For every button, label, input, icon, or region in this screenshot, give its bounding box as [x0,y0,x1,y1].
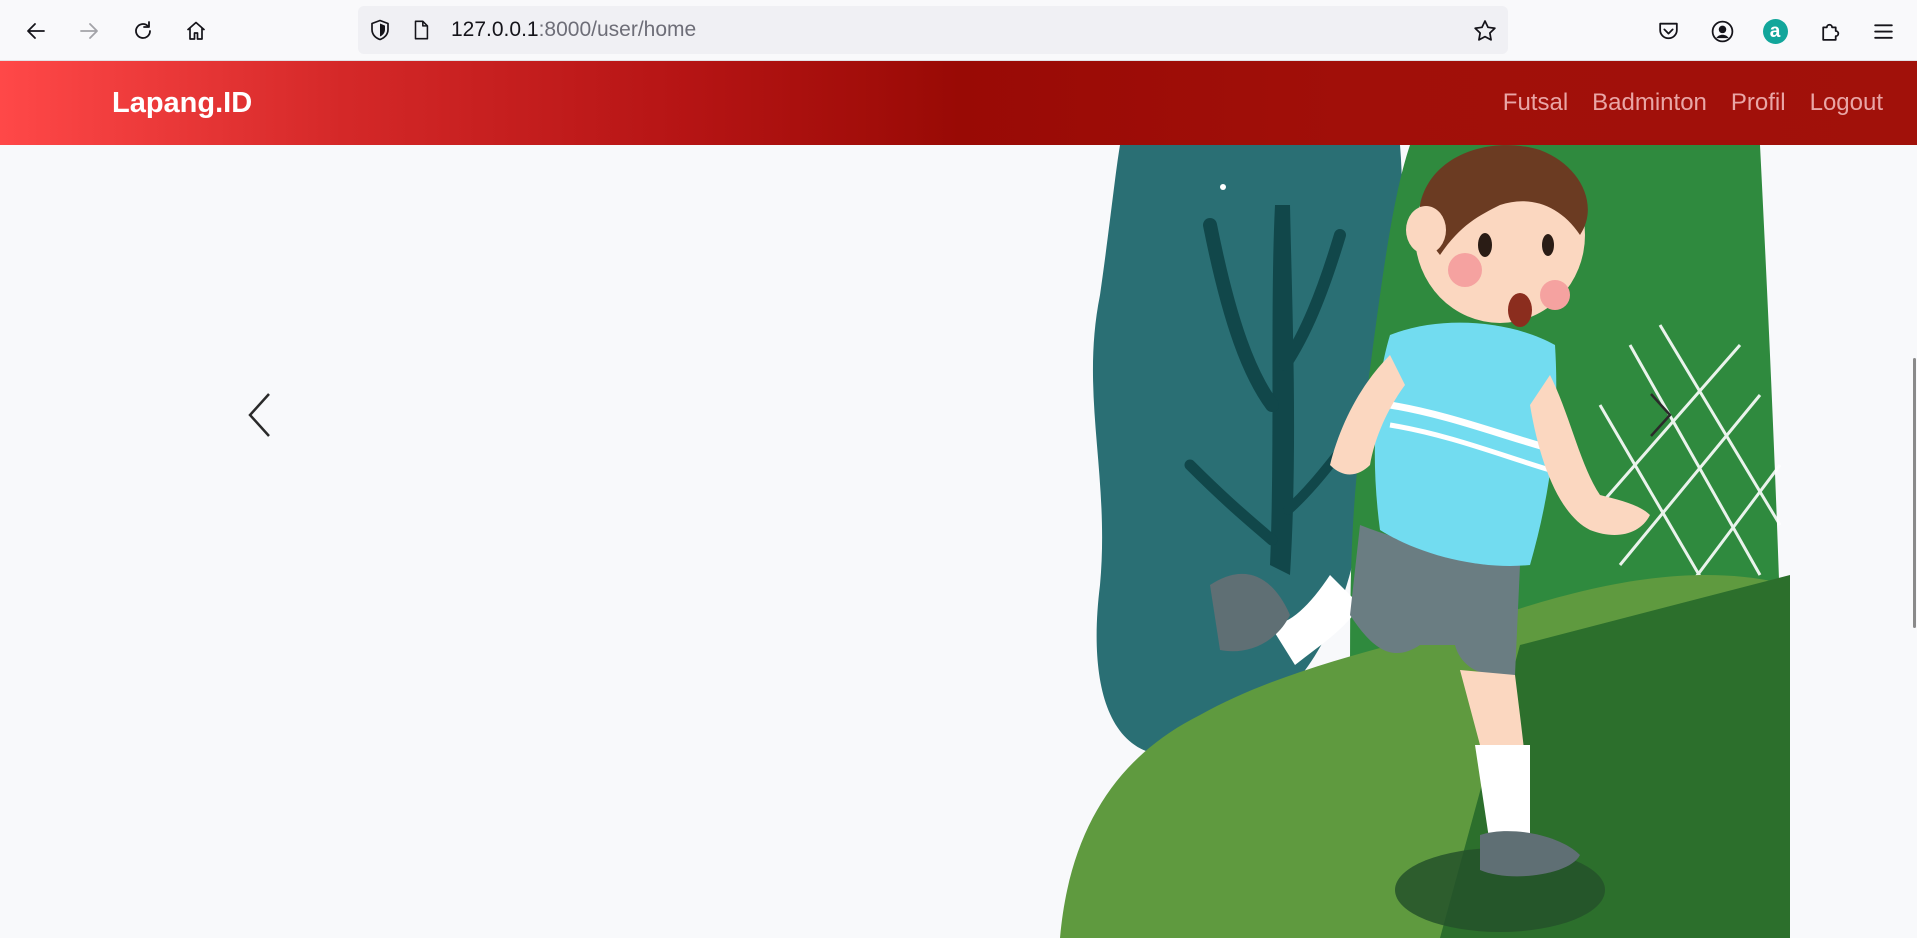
chevron-left-icon [248,393,270,437]
arrow-left-icon [27,23,45,39]
nav-link-badminton[interactable]: Badminton [1592,89,1707,117]
back-button[interactable] [17,12,55,50]
carousel-next-button[interactable] [1640,385,1680,445]
page-icon[interactable] [410,19,432,41]
hamburger-menu-icon [1873,23,1893,39]
extension-badge-icon: a [1762,18,1788,44]
hero-carousel [0,145,1917,938]
brand-logo[interactable]: Lapang.ID [112,87,252,119]
nav-links: Futsal Badminton Profil Logout [1503,89,1883,117]
star-icon[interactable] [1472,18,1498,44]
chevron-right-icon [1650,393,1672,437]
home-icon [186,21,206,40]
extension-button[interactable]: a [1758,14,1792,48]
carousel-prev-button[interactable] [240,385,280,445]
url-host: 127.0.0.1 [451,18,539,41]
account-button[interactable] [1705,14,1739,48]
pocket-button[interactable] [1651,14,1685,48]
url-text[interactable]: 127.0.0.1:8000/user/home [451,18,696,42]
account-icon [1711,20,1733,42]
arrow-right-icon [80,23,98,39]
reload-button[interactable] [124,12,162,50]
nav-link-profil[interactable]: Profil [1731,89,1786,117]
nav-link-logout[interactable]: Logout [1810,89,1883,117]
running-boy-illustration [1060,145,1790,938]
reload-icon [135,21,151,39]
browser-toolbar: 127.0.0.1:8000/user/home a [0,0,1917,61]
pocket-icon [1658,22,1678,39]
shield-icon[interactable] [368,18,392,42]
puzzle-icon [1821,23,1839,41]
home-button[interactable] [177,12,215,50]
site-navbar: Lapang.ID Futsal Badminton Profil Logout [0,61,1917,145]
url-path: :8000/user/home [538,18,697,41]
nav-link-futsal[interactable]: Futsal [1503,89,1568,117]
forward-button[interactable] [70,12,108,50]
scrollbar-thumb[interactable] [1913,358,1916,628]
menu-button[interactable] [1866,14,1900,48]
extensions-button[interactable] [1813,14,1847,48]
address-bar[interactable]: 127.0.0.1:8000/user/home [358,6,1508,54]
